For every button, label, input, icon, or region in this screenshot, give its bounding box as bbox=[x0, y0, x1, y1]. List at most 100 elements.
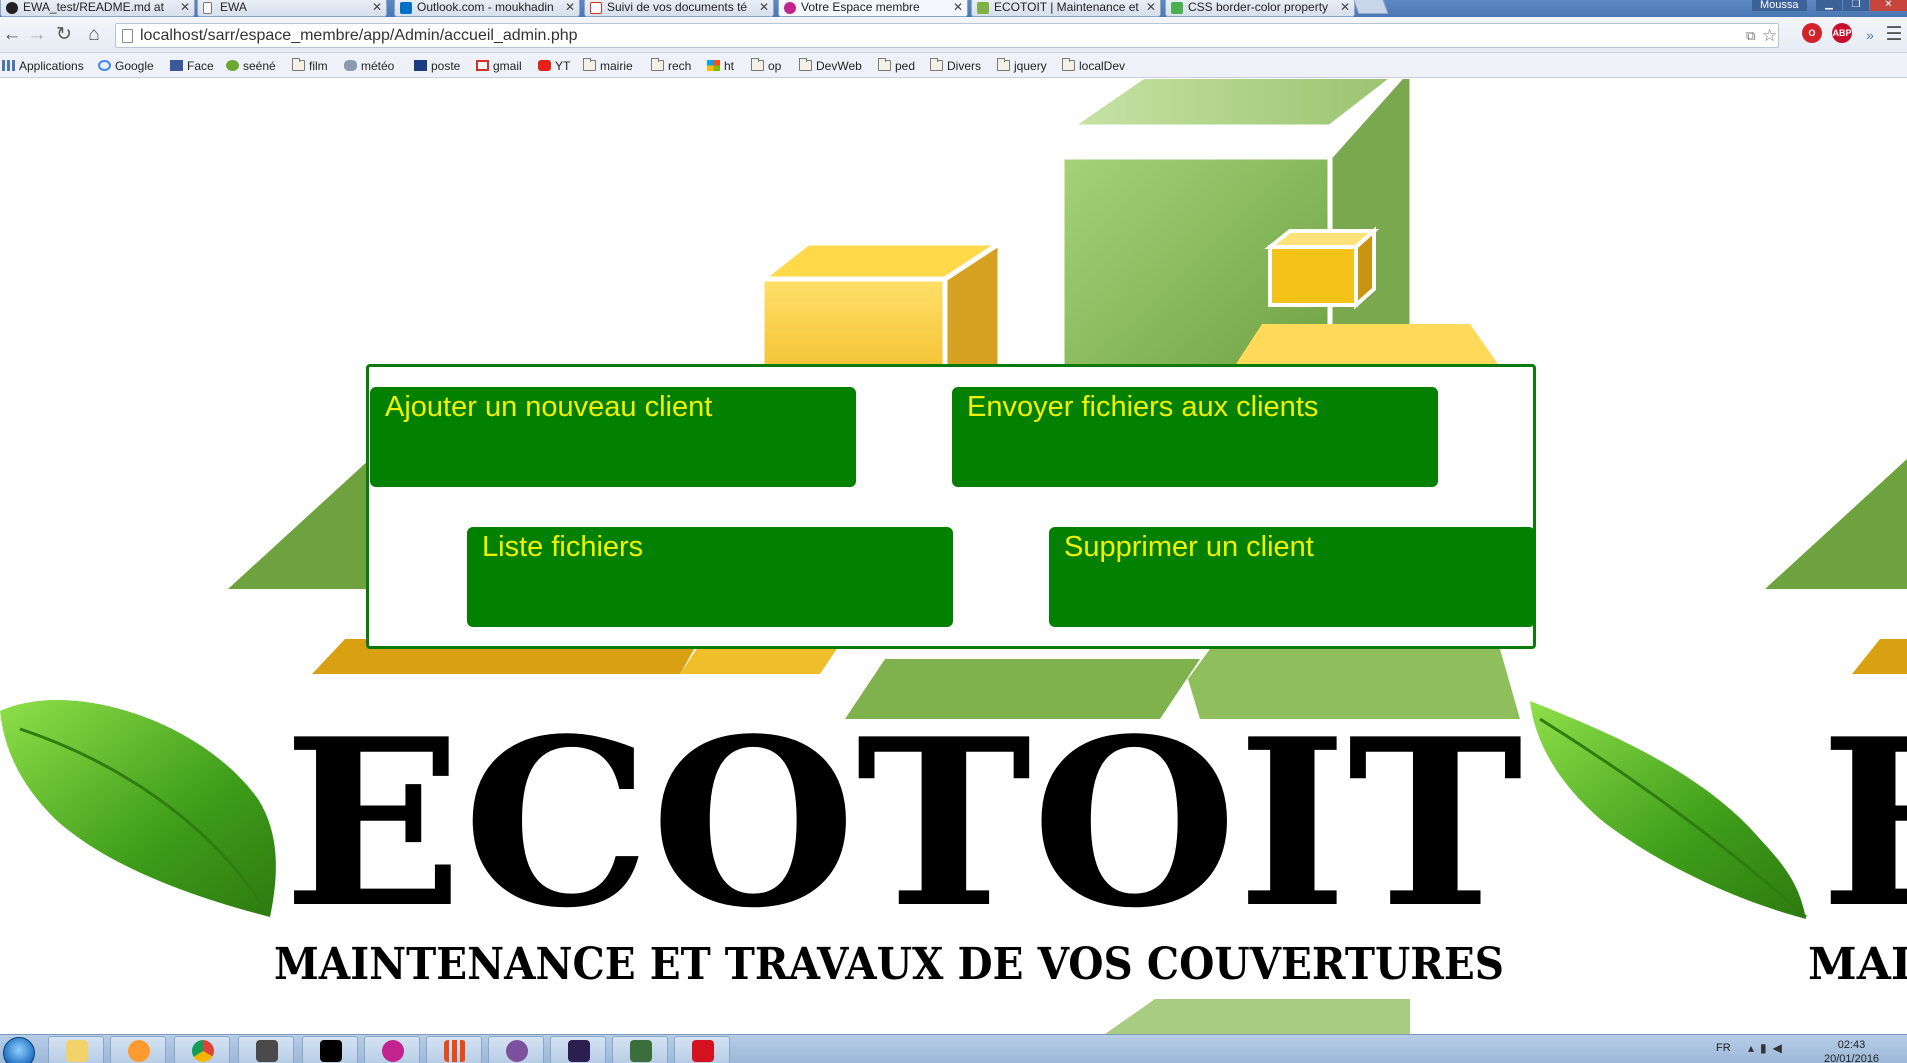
tab-title: CSS border-color property bbox=[1188, 0, 1329, 14]
address-bar[interactable]: ⧉ ☆ bbox=[115, 23, 1779, 48]
language-indicator[interactable]: FR bbox=[1716, 1042, 1731, 1054]
translate-icon[interactable]: ⧉ bbox=[1746, 28, 1755, 44]
extensions-overflow-icon[interactable]: » bbox=[1858, 23, 1882, 47]
bookmark-face[interactable]: Face bbox=[170, 57, 214, 75]
bookmark-applications[interactable]: Applications bbox=[2, 57, 84, 75]
facebook-icon bbox=[170, 60, 183, 71]
bookmark-poste[interactable]: poste bbox=[414, 57, 460, 75]
ecotoit-icon bbox=[977, 2, 989, 14]
youtube-icon bbox=[538, 60, 551, 71]
putty-icon bbox=[630, 1040, 652, 1062]
taskbar-acrobat[interactable] bbox=[674, 1036, 730, 1063]
left-roof-graphic bbox=[228, 459, 370, 589]
reload-icon[interactable]: ↻ bbox=[52, 23, 76, 47]
bookmark-yt[interactable]: YT bbox=[538, 57, 570, 75]
forward-arrow-icon[interactable]: → bbox=[25, 23, 49, 47]
chrome-icon bbox=[192, 1040, 214, 1062]
taskbar-phpstorm[interactable] bbox=[550, 1036, 606, 1063]
taskbar-sublime[interactable] bbox=[238, 1036, 294, 1063]
bookmark-gmail[interactable]: gmail bbox=[476, 57, 522, 75]
bookmark-devweb[interactable]: DevWeb bbox=[799, 57, 862, 75]
google-icon bbox=[98, 60, 111, 71]
volume-icon[interactable]: ◀ bbox=[1773, 1041, 1788, 1055]
bookmark-google[interactable]: Google bbox=[98, 57, 154, 75]
taskbar-apps-grid[interactable] bbox=[426, 1036, 482, 1063]
close-icon[interactable]: ✕ bbox=[180, 0, 190, 15]
site-icon bbox=[784, 2, 796, 14]
bookmark-ht[interactable]: ht bbox=[707, 57, 734, 75]
tab-title: EWA_test/README.md at bbox=[23, 0, 164, 14]
gmail-icon bbox=[590, 2, 602, 14]
admin-menu-panel: Ajouter un nouveau client Envoyer fichie… bbox=[366, 364, 1536, 649]
tab-ewa[interactable]: EWA ✕ bbox=[197, 0, 387, 17]
taskbar-viber[interactable] bbox=[488, 1036, 544, 1063]
menu-hamburger-icon[interactable]: ☰ bbox=[1882, 23, 1906, 47]
close-icon[interactable]: ✕ bbox=[1340, 0, 1350, 15]
tab-ecotoit[interactable]: ECOTOIT | Maintenance et ✕ bbox=[971, 0, 1161, 17]
bookmark-localdev[interactable]: localDev bbox=[1062, 57, 1125, 75]
delete-client-button[interactable]: Supprimer un client bbox=[1049, 527, 1535, 627]
minimize-icon[interactable]: ▁ bbox=[1816, 0, 1842, 11]
bookmark-op[interactable]: op bbox=[751, 57, 781, 75]
tab-title: Suivi de vos documents té bbox=[607, 0, 748, 14]
outlook-icon bbox=[400, 2, 412, 14]
network-signal-icon[interactable]: ▮ bbox=[1760, 1041, 1773, 1055]
wamp-icon bbox=[382, 1040, 404, 1062]
restore-icon[interactable]: ❐ bbox=[1843, 0, 1869, 11]
new-tab-button[interactable] bbox=[1353, 0, 1389, 14]
clock-date: 20/01/2016 bbox=[1824, 1053, 1880, 1063]
taskbar-putty[interactable] bbox=[612, 1036, 668, 1063]
show-hidden-icons-icon[interactable]: ▴ bbox=[1748, 1041, 1760, 1055]
right-roof-graphic bbox=[1765, 459, 1907, 589]
tab-espace-membre[interactable]: Votre Espace membre ✕ bbox=[778, 0, 968, 17]
clock-time: 02:43 bbox=[1837, 1039, 1866, 1051]
back-arrow-icon[interactable]: ← bbox=[0, 23, 24, 47]
close-icon[interactable]: ✕ bbox=[953, 0, 963, 15]
close-icon[interactable]: ✕ bbox=[565, 0, 575, 15]
right-leaf-graphic bbox=[1530, 701, 1806, 919]
opera-extension-icon[interactable]: O bbox=[1802, 23, 1822, 43]
taskbar-media-player[interactable] bbox=[110, 1036, 166, 1063]
bookmark-rech[interactable]: rech bbox=[651, 57, 691, 75]
folder-icon bbox=[997, 58, 1010, 71]
tab-title: Votre Espace membre bbox=[801, 0, 920, 14]
taskbar-wamp[interactable] bbox=[364, 1036, 420, 1063]
tab-css-border-color[interactable]: CSS border-color property ✕ bbox=[1165, 0, 1355, 17]
home-icon[interactable]: ⌂ bbox=[82, 23, 106, 47]
close-icon[interactable]: ✕ bbox=[759, 0, 769, 15]
close-icon[interactable]: ✕ bbox=[372, 0, 382, 15]
add-client-button[interactable]: Ajouter un nouveau client bbox=[370, 387, 856, 487]
tab-github-readme[interactable]: EWA_test/README.md at ✕ bbox=[0, 0, 195, 17]
adblock-plus-icon[interactable]: ABP bbox=[1832, 23, 1852, 43]
close-icon[interactable]: ✕ bbox=[1146, 0, 1156, 15]
send-files-button[interactable]: Envoyer fichiers aux clients bbox=[952, 387, 1438, 487]
system-tray[interactable]: ▴▮◀ bbox=[1748, 1041, 1788, 1055]
url-input[interactable] bbox=[140, 24, 1700, 47]
taskbar-explorer[interactable] bbox=[48, 1036, 104, 1063]
bookmark-star-icon[interactable]: ☆ bbox=[1762, 26, 1777, 46]
tab-outlook[interactable]: Outlook.com - moukhadin ✕ bbox=[394, 0, 580, 17]
taskbar-chrome[interactable] bbox=[174, 1036, 230, 1063]
bookmark-divers[interactable]: Divers bbox=[930, 57, 981, 75]
windows-start-icon[interactable] bbox=[3, 1037, 35, 1063]
folder-icon bbox=[799, 58, 812, 71]
taskbar-cmd[interactable] bbox=[302, 1036, 358, 1063]
bookmark-meteo[interactable]: météo bbox=[344, 57, 394, 75]
apps-icon bbox=[2, 60, 15, 71]
logo-ecotoit-text: ECOTOIT bbox=[283, 689, 1523, 959]
page-icon bbox=[203, 2, 212, 14]
window-close-icon[interactable]: ✕ bbox=[1870, 0, 1907, 11]
acrobat-icon bbox=[692, 1040, 714, 1062]
page-viewport: ECOTOIT ECOTOIT MAINTENANCE ET TRAVAUX D… bbox=[0, 79, 1907, 1034]
bookmark-film[interactable]: film bbox=[292, 57, 328, 75]
explorer-icon bbox=[66, 1040, 88, 1062]
bookmark-seene[interactable]: seéné bbox=[226, 57, 276, 75]
profile-user-name[interactable]: Moussa bbox=[1752, 0, 1807, 11]
bookmark-jquery[interactable]: jquery bbox=[997, 57, 1047, 75]
page-info-icon[interactable] bbox=[122, 29, 133, 43]
bookmark-mairie[interactable]: mairie bbox=[583, 57, 633, 75]
taskbar-clock[interactable]: 02:43 20/01/2016 bbox=[1824, 1038, 1879, 1063]
tab-gmail-suivi[interactable]: Suivi de vos documents té ✕ bbox=[584, 0, 774, 17]
bookmark-ped[interactable]: ped bbox=[878, 57, 915, 75]
list-files-button[interactable]: Liste fichiers bbox=[467, 527, 953, 627]
